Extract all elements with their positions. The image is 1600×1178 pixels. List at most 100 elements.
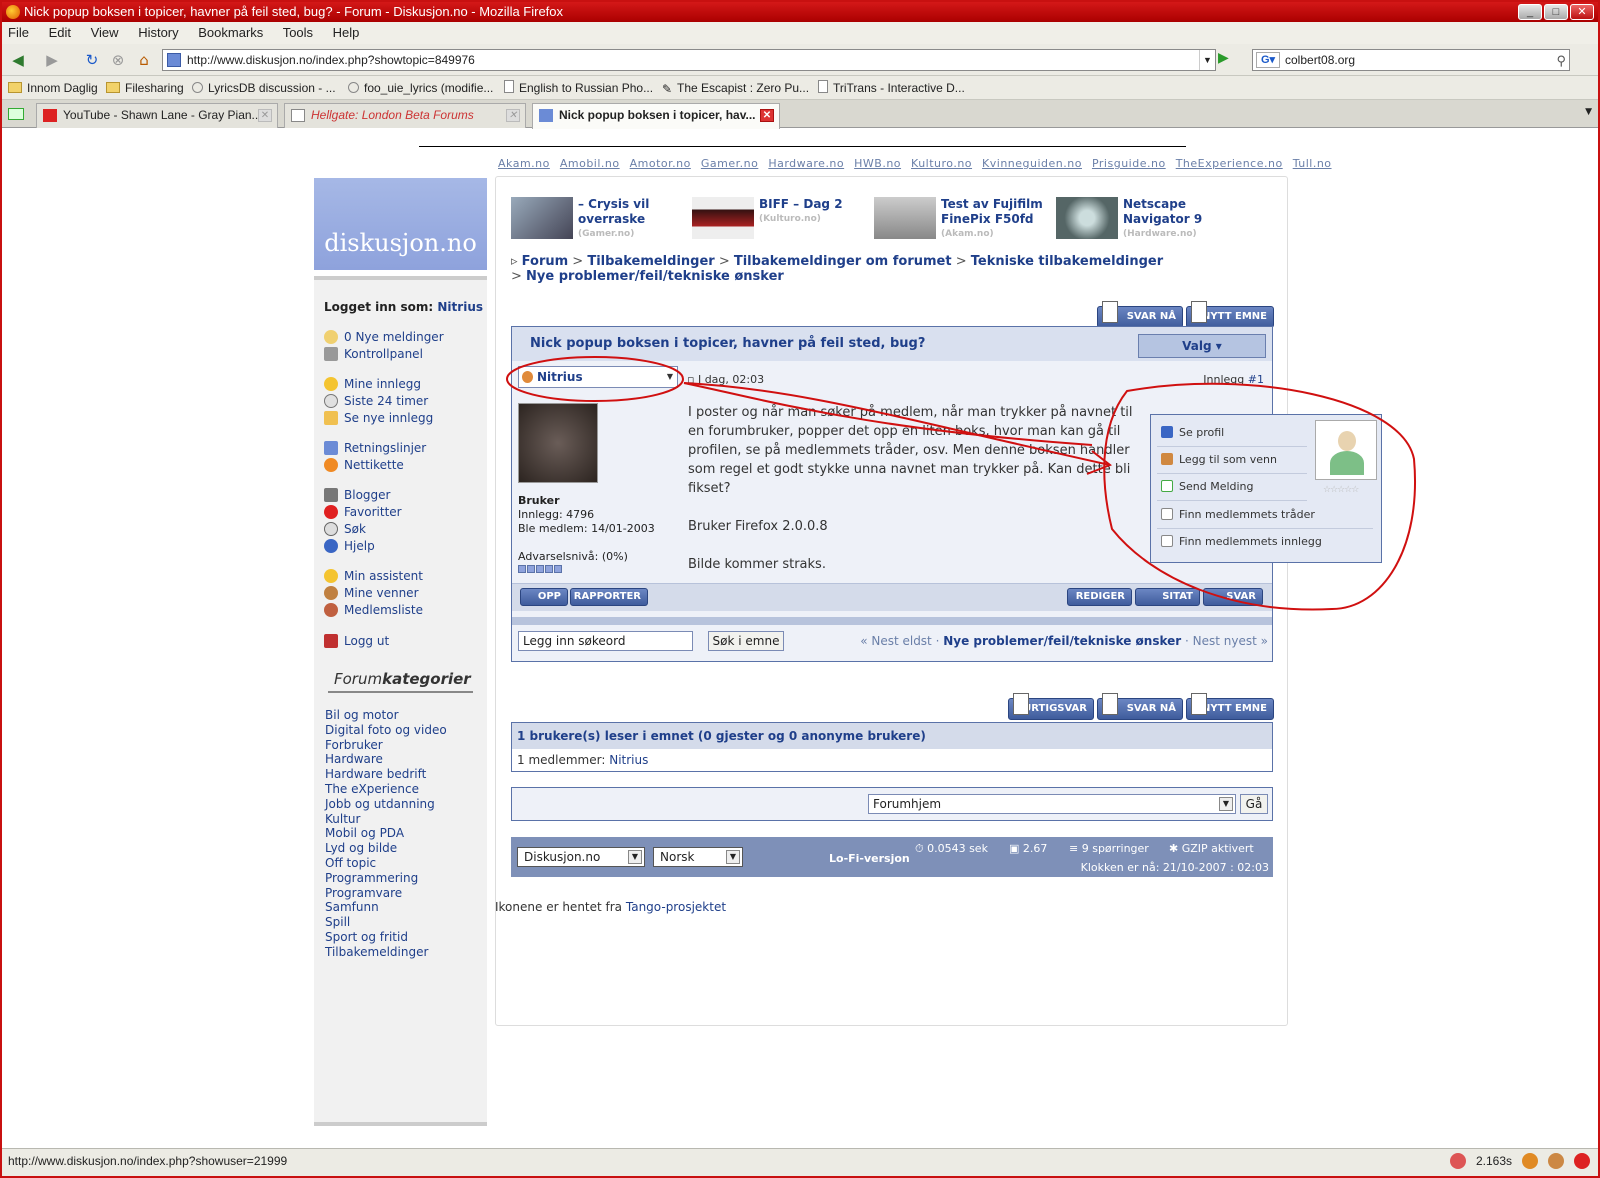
language-select[interactable]: Norsk ▼ xyxy=(653,847,743,867)
close-tab-icon[interactable]: ✕ xyxy=(760,109,774,122)
new-topic-button[interactable]: NYTT EMNE xyxy=(1186,301,1274,328)
prev-topic-link[interactable]: « Nest eldst · xyxy=(860,634,939,648)
menu-bookmarks[interactable]: Bookmarks xyxy=(198,25,263,40)
bookmark-filesharing[interactable]: Filesharing xyxy=(106,76,184,100)
popup-find-threads[interactable]: Finn medlemmets tråder xyxy=(1161,508,1315,521)
breadcrumb-link[interactable]: Tilbakemeldinger om forumet xyxy=(734,254,952,269)
sidebar-item-friends[interactable]: Mine venner xyxy=(324,586,419,600)
sidebar-item-search[interactable]: Søk xyxy=(324,522,366,536)
popup-add-friend[interactable]: Legg til som venn xyxy=(1161,453,1277,466)
category-link[interactable]: Kultur xyxy=(325,812,447,827)
network-link[interactable]: TheExperience.no xyxy=(1176,157,1283,170)
category-link[interactable]: Mobil og PDA xyxy=(325,826,447,841)
sidebar-item-control-panel[interactable]: Kontrollpanel xyxy=(324,347,423,361)
category-link[interactable]: Programvare xyxy=(325,886,447,901)
reply-now-button[interactable]: SVAR NÅ xyxy=(1097,693,1183,720)
breadcrumb-link[interactable]: Tilbakemeldinger xyxy=(587,254,714,269)
tab-diskusjon[interactable]: Nick popup boksen i topicer, hav... ✕ xyxy=(532,103,780,129)
url-bar[interactable]: http://www.diskusjon.no/index.php?showto… xyxy=(162,49,1216,71)
sidebar-item-my-posts[interactable]: Mine innlegg xyxy=(324,377,421,391)
category-link[interactable]: Spill xyxy=(325,915,447,930)
menu-view[interactable]: View xyxy=(91,25,119,40)
tab-youtube[interactable]: YouTube - Shawn Lane - Gray Pian... ✕ xyxy=(36,103,278,128)
category-link[interactable]: Jobb og utdanning xyxy=(325,797,447,812)
menu-edit[interactable]: Edit xyxy=(49,25,71,40)
quote-button[interactable]: SITAT xyxy=(1135,588,1200,606)
breadcrumb-link[interactable]: Nye problemer/feil/tekniske ønsker xyxy=(526,269,784,284)
breadcrumb-link[interactable]: Forum xyxy=(522,254,569,269)
topic-search-input[interactable]: Legg inn søkeord xyxy=(518,631,693,651)
search-box[interactable]: G▾ colbert08.org ⚲ xyxy=(1252,49,1570,71)
report-button[interactable]: RAPPORTER xyxy=(570,588,648,606)
topic-search-button[interactable]: Søk i emne xyxy=(708,631,784,651)
reply-button[interactable]: SVAR xyxy=(1203,588,1263,606)
post-number-link[interactable]: #1 xyxy=(1248,373,1264,386)
go-button[interactable]: Gå xyxy=(1240,794,1268,814)
sidebar-item-help[interactable]: Hjelp xyxy=(324,539,375,553)
category-link[interactable]: Hardware bedrift xyxy=(325,767,447,782)
sidebar-item-last-24h[interactable]: Siste 24 timer xyxy=(324,394,428,408)
menu-history[interactable]: History xyxy=(138,25,178,40)
tango-link[interactable]: Tango-prosjektet xyxy=(626,900,726,914)
search-icon[interactable]: ⚲ xyxy=(1556,51,1566,71)
new-topic-button[interactable]: NYTT EMNE xyxy=(1186,693,1274,720)
stop-icon[interactable]: ⊗ xyxy=(108,50,128,70)
network-link[interactable]: Amobil.no xyxy=(560,157,620,170)
sidebar-item-logout[interactable]: Logg ut xyxy=(324,634,389,648)
lofi-link[interactable]: Lo-Fi-versjon xyxy=(829,852,910,865)
bookmark-foo-uie-lyrics[interactable]: foo_uie_lyrics (modifie... xyxy=(348,76,493,100)
close-tab-icon[interactable]: ✕ xyxy=(258,109,272,122)
quick-reply-button[interactable]: HURTIGSVAR xyxy=(1008,693,1094,720)
category-link[interactable]: Sport og fritid xyxy=(325,930,447,945)
category-link[interactable]: The eXperience xyxy=(325,782,447,797)
close-button[interactable]: ✕ xyxy=(1570,4,1594,20)
sidebar-item-blogs[interactable]: Blogger xyxy=(324,488,390,502)
menu-help[interactable]: Help xyxy=(333,25,360,40)
next-topic-link[interactable]: · Nest nyest » xyxy=(1185,634,1268,648)
url-dropdown-icon[interactable]: ▼ xyxy=(1199,50,1215,70)
tab-list-icon[interactable]: ▼ xyxy=(1585,107,1592,117)
reader-link[interactable]: Nitrius xyxy=(609,753,648,767)
category-link[interactable]: Programmering xyxy=(325,871,447,886)
edit-button[interactable]: REDIGER xyxy=(1067,588,1132,606)
sidebar-item-assistant[interactable]: Min assistent xyxy=(324,569,423,583)
network-link[interactable]: Kvinneguiden.no xyxy=(982,157,1082,170)
popup-find-posts[interactable]: Finn medlemmets innlegg xyxy=(1161,535,1322,548)
category-link[interactable]: Off topic xyxy=(325,856,447,871)
bookmark-escapist[interactable]: ✎ The Escapist : Zero Pu... xyxy=(662,76,809,100)
reply-now-button[interactable]: SVAR NÅ xyxy=(1097,301,1183,328)
new-tab-icon[interactable] xyxy=(8,108,24,120)
site-logo[interactable]: diskusjon.no xyxy=(314,178,487,270)
bookmark-english-russian[interactable]: English to Russian Pho... xyxy=(504,76,653,100)
monkey-icon[interactable] xyxy=(1548,1153,1564,1169)
back-icon[interactable]: ◀ xyxy=(8,50,28,70)
breadcrumb-link[interactable]: Tekniske tilbakemeldinger xyxy=(971,254,1163,269)
site-select[interactable]: Diskusjon.no ▼ xyxy=(517,847,645,867)
addon-icon[interactable] xyxy=(1449,1153,1466,1169)
go-icon[interactable]: ▶ xyxy=(1218,50,1229,66)
network-link[interactable]: HWB.no xyxy=(854,157,901,170)
category-link[interactable]: Forbruker xyxy=(325,738,447,753)
sidebar-item-messages[interactable]: 0 Nye meldinger xyxy=(324,330,444,344)
minimize-button[interactable]: _ xyxy=(1518,4,1542,20)
bookmark-innom-daglig[interactable]: Innom Daglig xyxy=(8,76,98,100)
adblock-icon[interactable] xyxy=(1574,1153,1590,1169)
sidebar-item-favorites[interactable]: Favoritter xyxy=(324,505,402,519)
up-button[interactable]: OPP xyxy=(520,588,568,606)
network-link[interactable]: Kulturo.no xyxy=(911,157,972,170)
network-link[interactable]: Hardware.no xyxy=(768,157,844,170)
network-link[interactable]: Tull.no xyxy=(1293,157,1332,170)
popup-view-profile[interactable]: Se profil xyxy=(1161,426,1224,439)
menu-file[interactable]: File xyxy=(8,25,29,40)
reload-icon[interactable]: ↻ xyxy=(82,50,102,70)
login-user-link[interactable]: Nitrius xyxy=(437,300,483,314)
popup-send-message[interactable]: Send Melding xyxy=(1161,480,1254,493)
author-dropdown[interactable]: Nitrius ▼ xyxy=(518,366,678,388)
forward-icon[interactable]: ▶ xyxy=(42,50,62,70)
firefox-addon-icon[interactable] xyxy=(1522,1153,1538,1169)
network-link[interactable]: Prisguide.no xyxy=(1092,157,1166,170)
category-link[interactable]: Hardware xyxy=(325,752,447,767)
tab-hellgate[interactable]: Hellgate: London Beta Forums ✕ xyxy=(284,103,526,128)
sidebar-item-guidelines[interactable]: Retningslinjer xyxy=(324,441,426,455)
sidebar-item-new-posts[interactable]: Se nye innlegg xyxy=(324,411,433,425)
